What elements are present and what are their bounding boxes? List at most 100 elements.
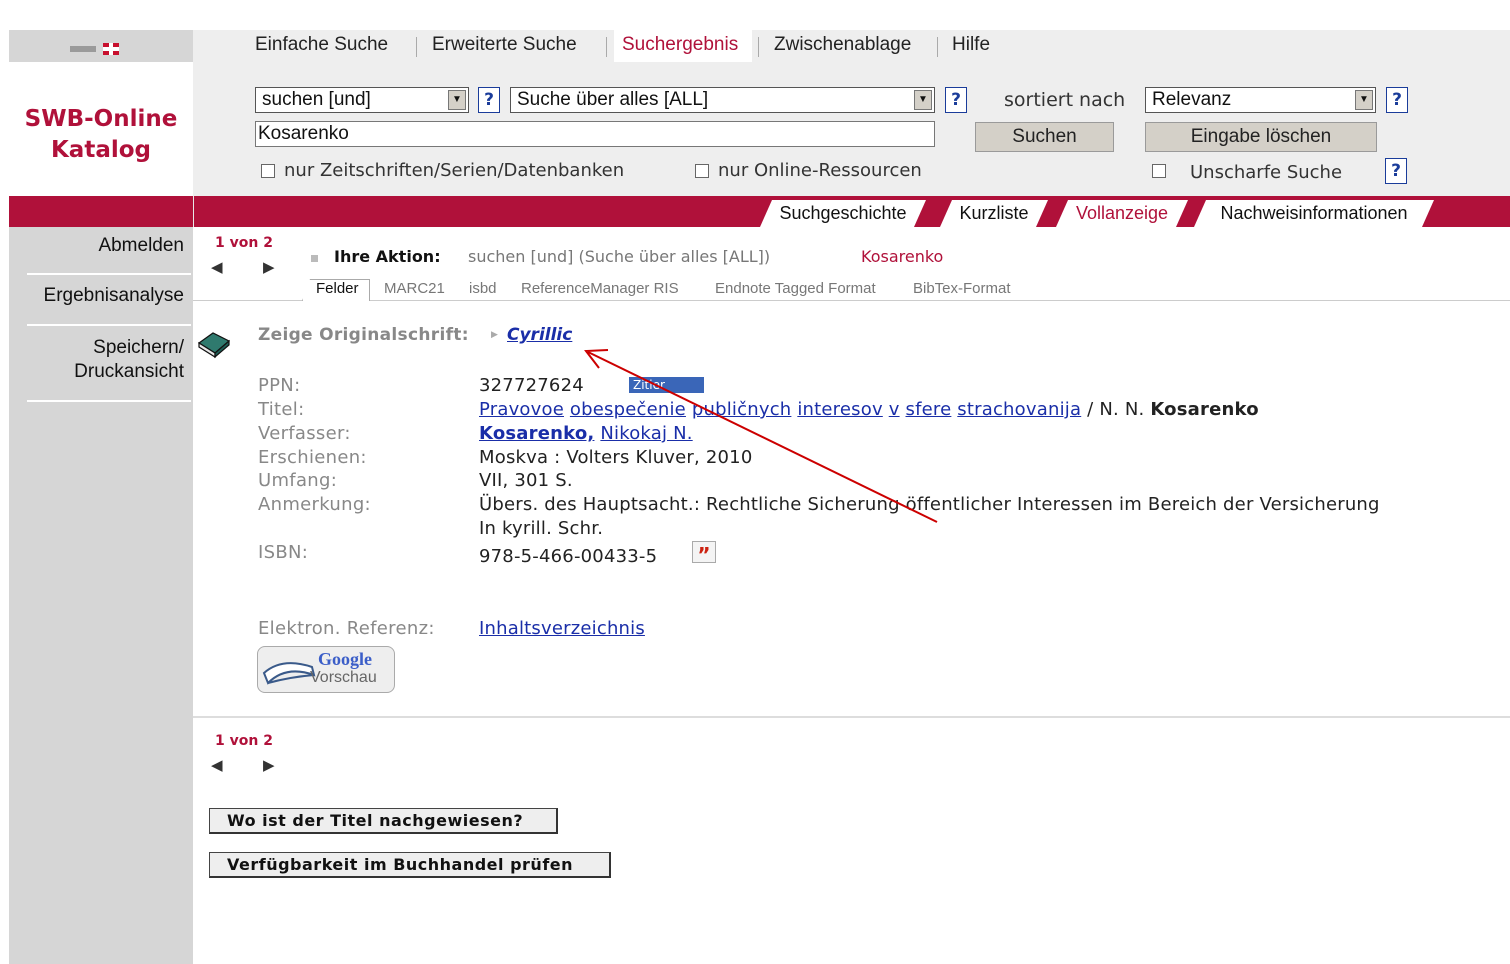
anmerkung-value-2: In kyrill. Schr. bbox=[479, 518, 604, 539]
tab-kurzliste-label: Kurzliste bbox=[959, 203, 1029, 223]
search-button[interactable]: Suchen bbox=[975, 122, 1114, 152]
only-journals-checkbox[interactable] bbox=[261, 164, 275, 178]
google-preview-button[interactable]: Google Vorschau bbox=[257, 646, 395, 693]
sidebar-item-ergebnisanalyse[interactable]: Ergebnisanalyse bbox=[44, 285, 184, 307]
prev-arrow-icon[interactable]: ◀ bbox=[211, 756, 223, 774]
zitier-button[interactable]: Zitier bbox=[629, 377, 704, 393]
subtab-felder[interactable]: Felder bbox=[316, 280, 359, 297]
sort-value: Relevanz bbox=[1152, 89, 1232, 110]
action-label: Ihre Aktion: bbox=[334, 247, 441, 266]
logo-line2: Katalog bbox=[50, 137, 151, 163]
tab-nachweisinformationen[interactable]: Nachweisinformationen bbox=[1194, 200, 1434, 227]
sidebar-item-abmelden[interactable]: Abmelden bbox=[98, 235, 184, 257]
sort-label: sortiert nach bbox=[1004, 89, 1126, 111]
only-online-checkbox[interactable] bbox=[695, 164, 709, 178]
help-sort-button[interactable]: ? bbox=[1386, 87, 1408, 113]
nav-suchergebnis[interactable]: Suchergebnis bbox=[622, 34, 738, 56]
help-fuzzy-button[interactable]: ? bbox=[1385, 158, 1407, 184]
subtab-isbd[interactable]: isbd bbox=[469, 280, 497, 297]
sidebar-item-speichern[interactable]: Speichern/ bbox=[93, 337, 184, 359]
search-input-value: Kosarenko bbox=[258, 123, 349, 144]
next-arrow-icon[interactable]: ▶ bbox=[263, 756, 275, 774]
umfang-label: Umfang: bbox=[258, 470, 338, 491]
tab-vollanzeige[interactable]: Vollanzeige bbox=[1056, 200, 1188, 227]
sidebar-divider bbox=[27, 324, 191, 326]
prev-arrow-icon[interactable]: ◀ bbox=[211, 258, 223, 276]
zitier-label: Zitier bbox=[633, 378, 665, 392]
language-switch[interactable] bbox=[70, 38, 120, 57]
only-journals-label: nur Zeitschriften/Serien/Datenbanken bbox=[284, 160, 625, 181]
umfang-value: VII, 301 S. bbox=[479, 470, 573, 491]
verfasser-link-bold[interactable]: Kosarenko, bbox=[479, 423, 594, 444]
nav-zwischenablage[interactable]: Zwischenablage bbox=[774, 34, 911, 56]
subtab-marc21[interactable]: MARC21 bbox=[384, 280, 445, 297]
inhaltsverzeichnis-link[interactable]: Inhaltsverzeichnis bbox=[479, 618, 645, 639]
fuzzy-label: Unscharfe Suche bbox=[1190, 162, 1343, 183]
availability-button[interactable]: Verfügbarkeit im Buchhandel prüfen bbox=[209, 852, 611, 878]
elektron-label: Elektron. Referenz: bbox=[258, 618, 435, 639]
nav-separator bbox=[758, 37, 759, 57]
only-online-label: nur Online-Ressourcen bbox=[718, 160, 922, 181]
subtab-bibtex[interactable]: BibTex-Format bbox=[913, 280, 1011, 297]
nav-hilfe[interactable]: Hilfe bbox=[952, 34, 990, 56]
ppn-value: 327727624 bbox=[479, 375, 584, 396]
chevron-down-icon[interactable]: ▼ bbox=[1355, 90, 1373, 110]
tab-vollanzeige-label: Vollanzeige bbox=[1075, 203, 1169, 223]
titel-word-link[interactable]: v bbox=[889, 399, 900, 420]
tab-suchgeschichte[interactable]: Suchgeschichte bbox=[760, 200, 926, 227]
verfasser-link[interactable]: Nikokaj N. bbox=[600, 423, 692, 444]
logo: SWB-Online Katalog bbox=[9, 62, 193, 196]
action-text: suchen [und] (Suche über alles [ALL]) bbox=[468, 247, 771, 266]
titel-word-link[interactable]: obespečenie bbox=[570, 399, 686, 420]
nav-separator bbox=[606, 37, 607, 57]
result-counter: 1 von 2 bbox=[215, 235, 273, 251]
tab-bar-divider bbox=[193, 196, 194, 227]
verfasser-value[interactable]: Kosarenko, Nikokaj N. bbox=[479, 423, 693, 444]
nav-separator bbox=[937, 37, 938, 57]
sidebar-menu: Abmelden Ergebnisanalyse Speichern/ Druc… bbox=[9, 227, 193, 427]
sidebar-item-druckansicht[interactable]: Druckansicht bbox=[74, 361, 184, 383]
nav-einfache-suche[interactable]: Einfache Suche bbox=[255, 34, 388, 56]
subtab-endnote[interactable]: Endnote Tagged Format bbox=[715, 280, 876, 297]
titel-word-link[interactable]: strachovanija bbox=[957, 399, 1081, 420]
verfasser-label: Verfasser: bbox=[258, 423, 351, 444]
nav-erweiterte-suche[interactable]: Erweiterte Suche bbox=[432, 34, 577, 56]
titel-word-link[interactable]: Pravovoe bbox=[479, 399, 564, 420]
titel-word-link[interactable]: sfere bbox=[906, 399, 952, 420]
chevron-down-icon[interactable]: ▼ bbox=[914, 90, 932, 110]
german-flag-icon[interactable] bbox=[70, 45, 96, 52]
help-operator-button[interactable]: ? bbox=[478, 87, 500, 113]
field-select[interactable]: Suche über alles [ALL] ▼ bbox=[510, 87, 935, 113]
orig-label: Zeige Originalschrift: bbox=[258, 325, 469, 345]
tab-nachweisinformationen-label: Nachweisinformationen bbox=[1220, 203, 1408, 223]
vorschau-label: Vorschau bbox=[310, 669, 377, 686]
anmerkung-value-1: Übers. des Hauptsacht.: Rechtliche Siche… bbox=[479, 494, 1380, 515]
isbn-value: 978-5-466-00433-5 bbox=[479, 546, 658, 567]
sort-select[interactable]: Relevanz ▼ bbox=[1145, 87, 1376, 113]
sidebar-divider bbox=[27, 400, 191, 402]
logo-line1: SWB-Online bbox=[24, 106, 178, 132]
fuzzy-checkbox[interactable] bbox=[1152, 164, 1166, 178]
next-arrow-icon[interactable]: ▶ bbox=[263, 258, 275, 276]
sidebar-divider bbox=[27, 273, 191, 275]
quote-icon[interactable]: ” bbox=[692, 541, 716, 567]
cyrillic-link[interactable]: Cyrillic bbox=[507, 325, 572, 345]
search-input[interactable]: Kosarenko bbox=[255, 121, 935, 147]
titel-value: Pravovoe obespečenie publičnych intereso… bbox=[479, 399, 1259, 420]
tab-kurzliste[interactable]: Kurzliste bbox=[940, 200, 1048, 227]
operator-select[interactable]: suchen [und] ▼ bbox=[255, 87, 469, 113]
titel-label: Titel: bbox=[258, 399, 305, 420]
titel-author: Kosarenko bbox=[1150, 399, 1259, 420]
help-field-button[interactable]: ? bbox=[945, 87, 967, 113]
content-divider bbox=[193, 716, 1510, 718]
subtab-referencemanager[interactable]: ReferenceManager RIS bbox=[521, 280, 679, 297]
titel-word-link[interactable]: interesov bbox=[797, 399, 882, 420]
titel-word-link[interactable]: publičnych bbox=[692, 399, 792, 420]
clear-button[interactable]: Eingabe löschen bbox=[1145, 122, 1377, 152]
field-value: Suche über alles [ALL] bbox=[517, 89, 709, 110]
chevron-down-icon[interactable]: ▼ bbox=[448, 90, 466, 110]
english-flag-icon[interactable] bbox=[103, 42, 120, 55]
anmerkung-label: Anmerkung: bbox=[258, 494, 371, 515]
where-held-button[interactable]: Wo ist der Titel nachgewiesen? bbox=[209, 808, 558, 834]
operator-value: suchen [und] bbox=[262, 89, 371, 110]
